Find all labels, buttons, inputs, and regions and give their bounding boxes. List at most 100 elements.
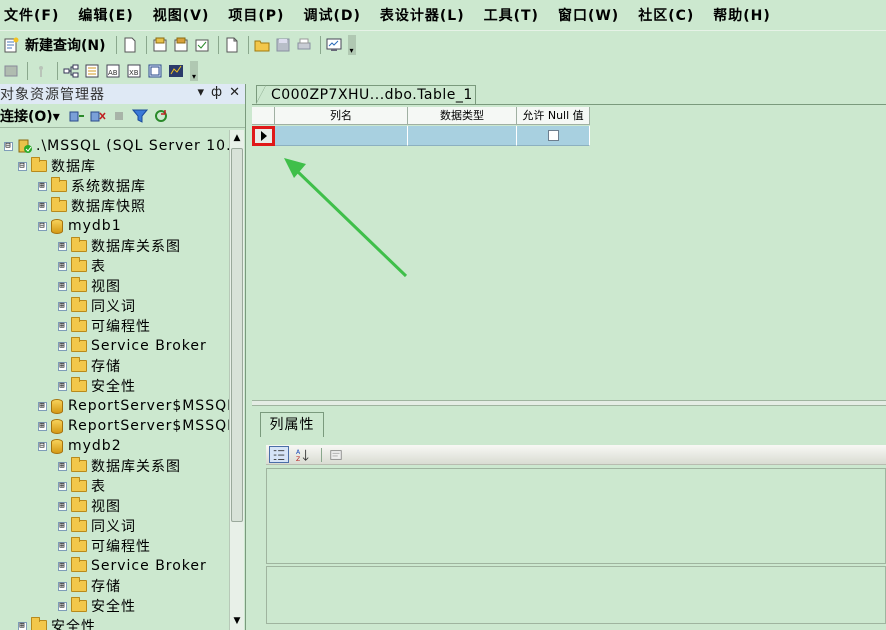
tree-node[interactable]: ⊞ 同义词 [58,516,136,536]
tree-node[interactable]: ⊞ 数据库关系图 [58,236,181,256]
tree-node[interactable]: ⊞ 视图 [58,496,121,516]
toolbar-overflow-icon[interactable]: ▾ [347,34,356,55]
menu-item-4[interactable]: 调试(D) [303,5,360,25]
open-folder-icon[interactable] [253,36,271,54]
expand-icon[interactable]: ⊞ [58,561,67,571]
categorized-icon[interactable] [269,446,289,463]
tree-node[interactable]: ⊞ Service Broker [58,556,207,576]
menu-item-2[interactable]: 视图(V) [153,5,210,25]
check-constraints-icon[interactable] [146,62,164,80]
tree-node[interactable]: ⊞ 表 [58,256,106,276]
window-position-dropdown-icon[interactable]: ▾ [197,85,205,100]
database-engine-query-icon[interactable] [151,36,169,54]
tree-node[interactable]: ⊞ 存储 [58,356,121,376]
disconnect-icon[interactable] [89,107,107,125]
menu-item-5[interactable]: 表设计器(L) [380,5,465,25]
tree-node[interactable]: ⊞ 可编程性 [58,316,151,336]
object-explorer-scrollbar[interactable]: ▲ ▼ [229,130,244,630]
new-document-icon[interactable] [223,36,241,54]
tree-node[interactable]: ⊞ 安全性 [58,376,136,396]
expand-icon[interactable]: ⊞ [58,321,67,331]
tree-node[interactable]: ⊞ 视图 [58,276,121,296]
expand-icon[interactable]: ⊞ [38,201,47,211]
expand-icon[interactable]: ⊞ [58,521,67,531]
tree-node[interactable]: ⊞ 可编程性 [58,536,151,556]
auto-hide-pin-icon[interactable]: ф [211,85,223,100]
manage-indexes-icon[interactable] [83,62,101,80]
generate-script-icon[interactable] [2,62,20,80]
close-icon[interactable]: ✕ [229,85,241,100]
alphabetical-sort-icon[interactable]: AZ [293,446,313,463]
expand-icon[interactable]: ⊞ [38,421,47,431]
expand-icon[interactable]: ⊞ [58,281,67,291]
expand-icon[interactable]: ⊞ [58,381,67,391]
expand-icon[interactable]: ⊞ [18,621,27,630]
property-pages-icon[interactable] [326,446,346,463]
collapse-icon[interactable]: ⊟ [4,141,13,151]
filter-icon[interactable] [131,107,149,125]
refresh-icon[interactable] [152,107,170,125]
tree-node[interactable]: ⊞ 存储 [58,576,121,596]
menu-item-3[interactable]: 项目(P) [228,5,284,25]
expand-icon[interactable]: ⊞ [58,541,67,551]
connect-object-explorer-icon[interactable] [68,107,86,125]
expand-icon[interactable]: ⊞ [58,501,67,511]
stop-icon[interactable] [110,107,128,125]
data-type-cell[interactable] [408,126,517,146]
collapse-icon[interactable]: ⊟ [38,221,47,231]
expand-icon[interactable]: ⊞ [58,481,67,491]
scroll-up-icon[interactable]: ▲ [230,131,244,145]
expand-icon[interactable]: ⊞ [58,361,67,371]
tree-node[interactable]: ⊟ .\MSSQL (SQL Server 10.0.16 [4,136,230,156]
allow-nulls-checkbox[interactable] [547,130,559,141]
tree-node[interactable]: ⊟ mydb2 [38,436,122,456]
expand-icon[interactable]: ⊞ [58,341,67,351]
row-selector[interactable] [252,126,275,146]
tree-node[interactable]: ⊞ 表 [58,476,106,496]
menu-item-1[interactable]: 编辑(E) [78,5,133,25]
expand-icon[interactable]: ⊞ [58,461,67,471]
manage-xml-indexes-icon[interactable]: XB [125,62,143,80]
column-name-cell[interactable] [275,126,408,146]
tree-node[interactable]: ⊞ ReportServer$MSSQL [38,396,230,416]
tree-node[interactable]: ⊞ ReportServer$MSSQLTe [38,416,230,436]
menu-item-9[interactable]: 帮助(H) [713,5,771,25]
tree-node[interactable]: ⊞ 同义词 [58,296,136,316]
expand-icon[interactable]: ⊞ [58,261,67,271]
menu-item-8[interactable]: 社区(C) [638,5,694,25]
menu-item-7[interactable]: 窗口(W) [558,5,619,25]
collapse-icon[interactable]: ⊟ [38,441,47,451]
toolbar-overflow-icon[interactable]: ▾ [190,61,198,81]
menu-item-6[interactable]: 工具(T) [484,5,539,25]
table-designer-tab[interactable]: C000ZP7XHU...dbo.Table_1 [256,85,476,104]
expand-icon[interactable]: ⊞ [58,581,67,591]
tree-node[interactable]: ⊟ 数据库 [18,156,96,176]
expand-icon[interactable]: ⊞ [58,301,67,311]
new-file-icon[interactable] [121,36,139,54]
tree-node[interactable]: ⊞ 系统数据库 [38,176,146,196]
manage-fulltext-icon[interactable]: AB [104,62,122,80]
expand-icon[interactable]: ⊞ [38,181,47,191]
tree-node[interactable]: ⊞ 数据库快照 [38,196,146,216]
expand-icon[interactable]: ⊞ [58,241,67,251]
new-query-icon[interactable] [2,36,20,54]
activity-monitor-icon[interactable] [325,36,343,54]
expand-icon[interactable]: ⊞ [58,601,67,611]
menu-item-0[interactable]: 文件(F) [4,5,59,25]
save-icon[interactable] [274,36,292,54]
column-properties-tab[interactable]: 列属性 [260,412,324,437]
connect-dropdown-button[interactable]: 连接(O)▾ [0,106,60,126]
scroll-down-icon[interactable]: ▼ [230,614,244,628]
tree-node[interactable]: ⊞ 安全性 [18,616,96,630]
collapse-icon[interactable]: ⊟ [18,161,27,171]
spatial-indexes-icon[interactable] [167,62,185,80]
expand-icon[interactable]: ⊞ [38,401,47,411]
xml-query-icon[interactable] [193,36,211,54]
relationships-icon[interactable] [62,62,80,80]
analysis-query-icon[interactable] [172,36,190,54]
tree-node[interactable]: ⊟ mydb1 [38,216,122,236]
set-primary-key-icon[interactable] [32,62,50,80]
new-query-button[interactable]: 新建查询(N) [25,35,106,55]
tree-node[interactable]: ⊞ 安全性 [58,596,136,616]
tree-node[interactable]: ⊞ Service Broker [58,336,207,356]
